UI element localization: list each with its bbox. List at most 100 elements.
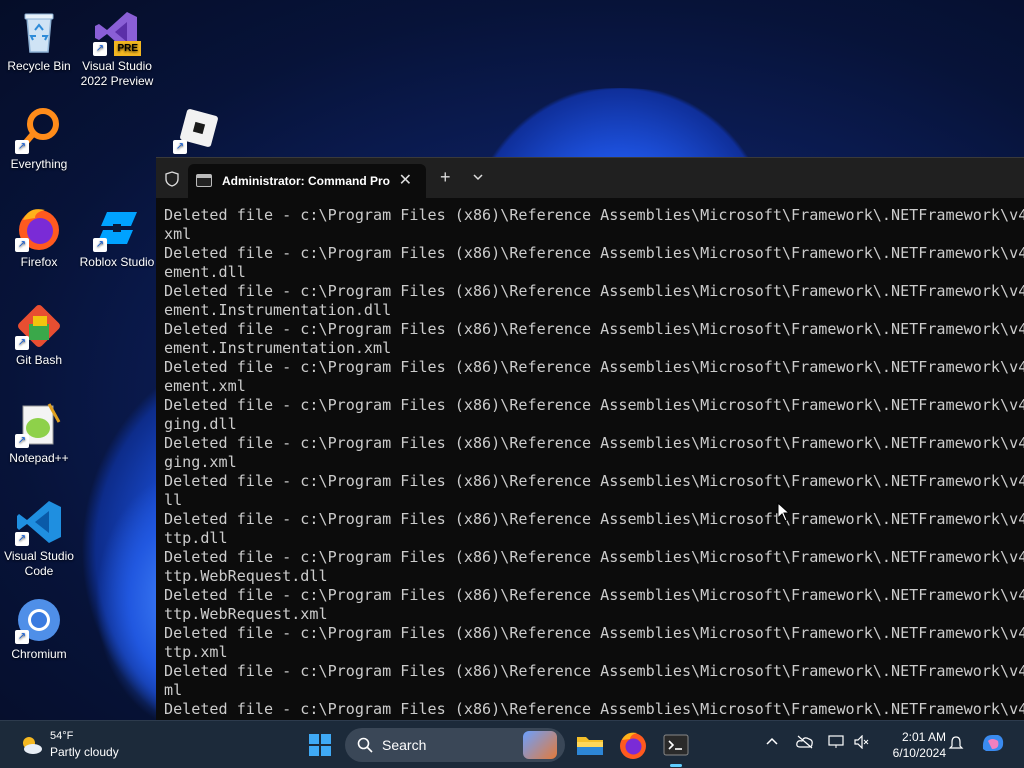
weather-temperature: 54°F	[50, 730, 74, 742]
desktop-icon-label: Notepad++	[9, 451, 69, 465]
vscode-icon: ↗	[15, 498, 63, 546]
console-line: ement.xml	[164, 377, 246, 395]
console-line: Deleted file - c:\Program Files (x86)\Re…	[164, 244, 1024, 262]
preview-badge: PRE	[114, 41, 141, 56]
firefox-taskbar-icon[interactable]	[617, 729, 649, 761]
clock[interactable]: 2:01 AM 6/10/2024	[880, 729, 946, 761]
search-label: Search	[382, 737, 427, 753]
console-line: ging.dll	[164, 415, 237, 433]
clock-date: 6/10/2024	[892, 746, 946, 760]
weather-condition: Partly cloudy	[50, 745, 119, 759]
shortcut-arrow-icon: ↗	[15, 336, 29, 350]
shortcut-arrow-icon: ↗	[173, 140, 187, 154]
firefox-icon: ↗	[15, 204, 63, 252]
weather-widget[interactable]: 54°F Partly cloudy	[14, 728, 134, 764]
chromium-icon: ↗	[15, 596, 63, 644]
console-line: Deleted file - c:\Program Files (x86)\Re…	[164, 472, 1024, 490]
console-line: Deleted file - c:\Program Files (x86)\Re…	[164, 624, 1024, 642]
console-output[interactable]: Deleted file - c:\Program Files (x86)\Re…	[164, 206, 1024, 720]
taskbar: 54°F Partly cloudy Search 2:01 AM 6/10/2…	[0, 720, 1024, 768]
close-tab-button[interactable]: ✕	[399, 170, 412, 190]
clock-time: 2:01 AM	[901, 730, 946, 744]
search-icon	[357, 737, 373, 753]
network-display-icon[interactable]	[828, 735, 844, 752]
start-button[interactable]	[308, 733, 332, 757]
cloud-offline-icon[interactable]	[796, 735, 814, 752]
volume-muted-icon[interactable]	[854, 734, 870, 752]
desktop-icon-label: Chromium	[11, 647, 67, 661]
console-line: ttp.dll	[164, 529, 228, 547]
desktop-icon-label: Recycle Bin	[7, 59, 71, 73]
console-line: ll	[164, 491, 183, 509]
command-prompt-icon	[196, 174, 212, 187]
chevron-down-icon[interactable]	[472, 171, 484, 183]
magnifier-icon: ↗	[15, 106, 63, 154]
console-line: Deleted file - c:\Program Files (x86)\Re…	[164, 434, 1024, 452]
desktop-icon-everything[interactable]: ↗ Everything	[0, 100, 78, 172]
console-line: ging.xml	[164, 453, 237, 471]
terminal-icon	[663, 734, 689, 756]
desktop-icon-firefox[interactable]: ↗ Firefox	[0, 198, 78, 270]
console-line: Deleted file - c:\Program Files (x86)\Re…	[164, 396, 1024, 414]
console-line: Deleted file - c:\Program Files (x86)\Re…	[164, 586, 1024, 604]
desktop-icon-label: Everything	[10, 157, 68, 171]
console-line: Deleted file - c:\Program Files (x86)\Re…	[164, 662, 1024, 680]
console-line: ttp.WebRequest.xml	[164, 605, 328, 623]
shield-icon	[165, 171, 179, 187]
show-hidden-icons-chevron-icon[interactable]	[765, 735, 779, 752]
shortcut-arrow-icon: ↗	[15, 434, 29, 448]
desktop-icon-label: Visual Studio 2022 Preview	[80, 59, 154, 88]
console-line: Deleted file - c:\Program Files (x86)\Re…	[164, 206, 1024, 224]
desktop-icon-label: Visual Studio Code	[4, 549, 74, 578]
desktop-icon-roblox-studio[interactable]: ↗ Roblox Studio	[78, 198, 156, 270]
console-line: ement.Instrumentation.dll	[164, 301, 392, 319]
console-line: xml	[164, 225, 192, 243]
desktop-icon-visual-studio-preview[interactable]: PRE ↗ Visual Studio 2022 Preview	[78, 2, 156, 89]
console-line: Deleted file - c:\Program Files (x86)\Re…	[164, 282, 1024, 300]
taskbar-search-box[interactable]: Search	[345, 728, 565, 762]
visual-studio-icon: PRE ↗	[93, 8, 141, 56]
git-bash-icon: ↗	[15, 302, 63, 350]
console-line: Deleted file - c:\Program Files (x86)\Re…	[164, 320, 1024, 338]
desktop-icon-notepad-plus-plus[interactable]: ↗ Notepad++	[0, 394, 78, 466]
recycle-bin-icon	[15, 8, 63, 56]
desktop-icon-vscode[interactable]: ↗ Visual Studio Code	[0, 492, 78, 579]
file-explorer-icon[interactable]	[574, 729, 606, 761]
partly-cloudy-icon	[23, 737, 42, 754]
tab-command-prompt[interactable]: Administrator: Command Pro ✕	[188, 164, 426, 198]
mouse-cursor-icon	[777, 502, 789, 522]
roblox-icon: ↗	[173, 106, 221, 154]
console-line: ement.dll	[164, 263, 246, 281]
terminal-window[interactable]: Administrator: Command Pro ✕ + Deleted f…	[156, 157, 1024, 720]
desktop-icon-roblox-player[interactable]: ↗	[158, 100, 236, 157]
new-tab-button[interactable]: +	[440, 167, 451, 188]
console-line: Deleted file - c:\Program Files (x86)\Re…	[164, 700, 1024, 718]
roblox-studio-icon: ↗	[93, 204, 141, 252]
desktop-icon-label: Firefox	[20, 255, 58, 269]
desktop-icon-recycle-bin[interactable]: Recycle Bin	[0, 2, 78, 74]
console-line: ml	[164, 681, 183, 699]
copilot-icon[interactable]	[980, 731, 1006, 758]
shortcut-arrow-icon: ↗	[93, 238, 107, 252]
terminal-tab-bar: Administrator: Command Pro ✕ +	[156, 158, 1024, 198]
desktop-icon-label: Git Bash	[15, 353, 63, 367]
shortcut-arrow-icon: ↗	[15, 140, 29, 154]
notifications-bell-icon[interactable]	[948, 735, 964, 754]
console-line: Deleted file - c:\Program Files (x86)\Re…	[164, 548, 1024, 566]
desktop-icon-chromium[interactable]: ↗ Chromium	[0, 590, 78, 662]
console-line: Deleted file - c:\Program Files (x86)\Re…	[164, 358, 1024, 376]
shortcut-arrow-icon: ↗	[93, 42, 107, 56]
console-line: ttp.xml	[164, 643, 228, 661]
shortcut-arrow-icon: ↗	[15, 630, 29, 644]
desktop-icon-git-bash[interactable]: ↗ Git Bash	[0, 296, 78, 368]
terminal-taskbar-icon[interactable]	[660, 729, 692, 767]
tab-title: Administrator: Command Pro	[222, 174, 391, 188]
search-highlight-image	[523, 731, 557, 759]
notepad-plus-plus-icon: ↗	[15, 400, 63, 448]
shortcut-arrow-icon: ↗	[15, 238, 29, 252]
console-line: Deleted file - c:\Program Files (x86)\Re…	[164, 510, 1024, 528]
console-line: ttp.WebRequest.dll	[164, 567, 328, 585]
console-line: ement.Instrumentation.xml	[164, 339, 392, 357]
desktop-icon-label: Roblox Studio	[79, 255, 155, 269]
shortcut-arrow-icon: ↗	[15, 532, 29, 546]
